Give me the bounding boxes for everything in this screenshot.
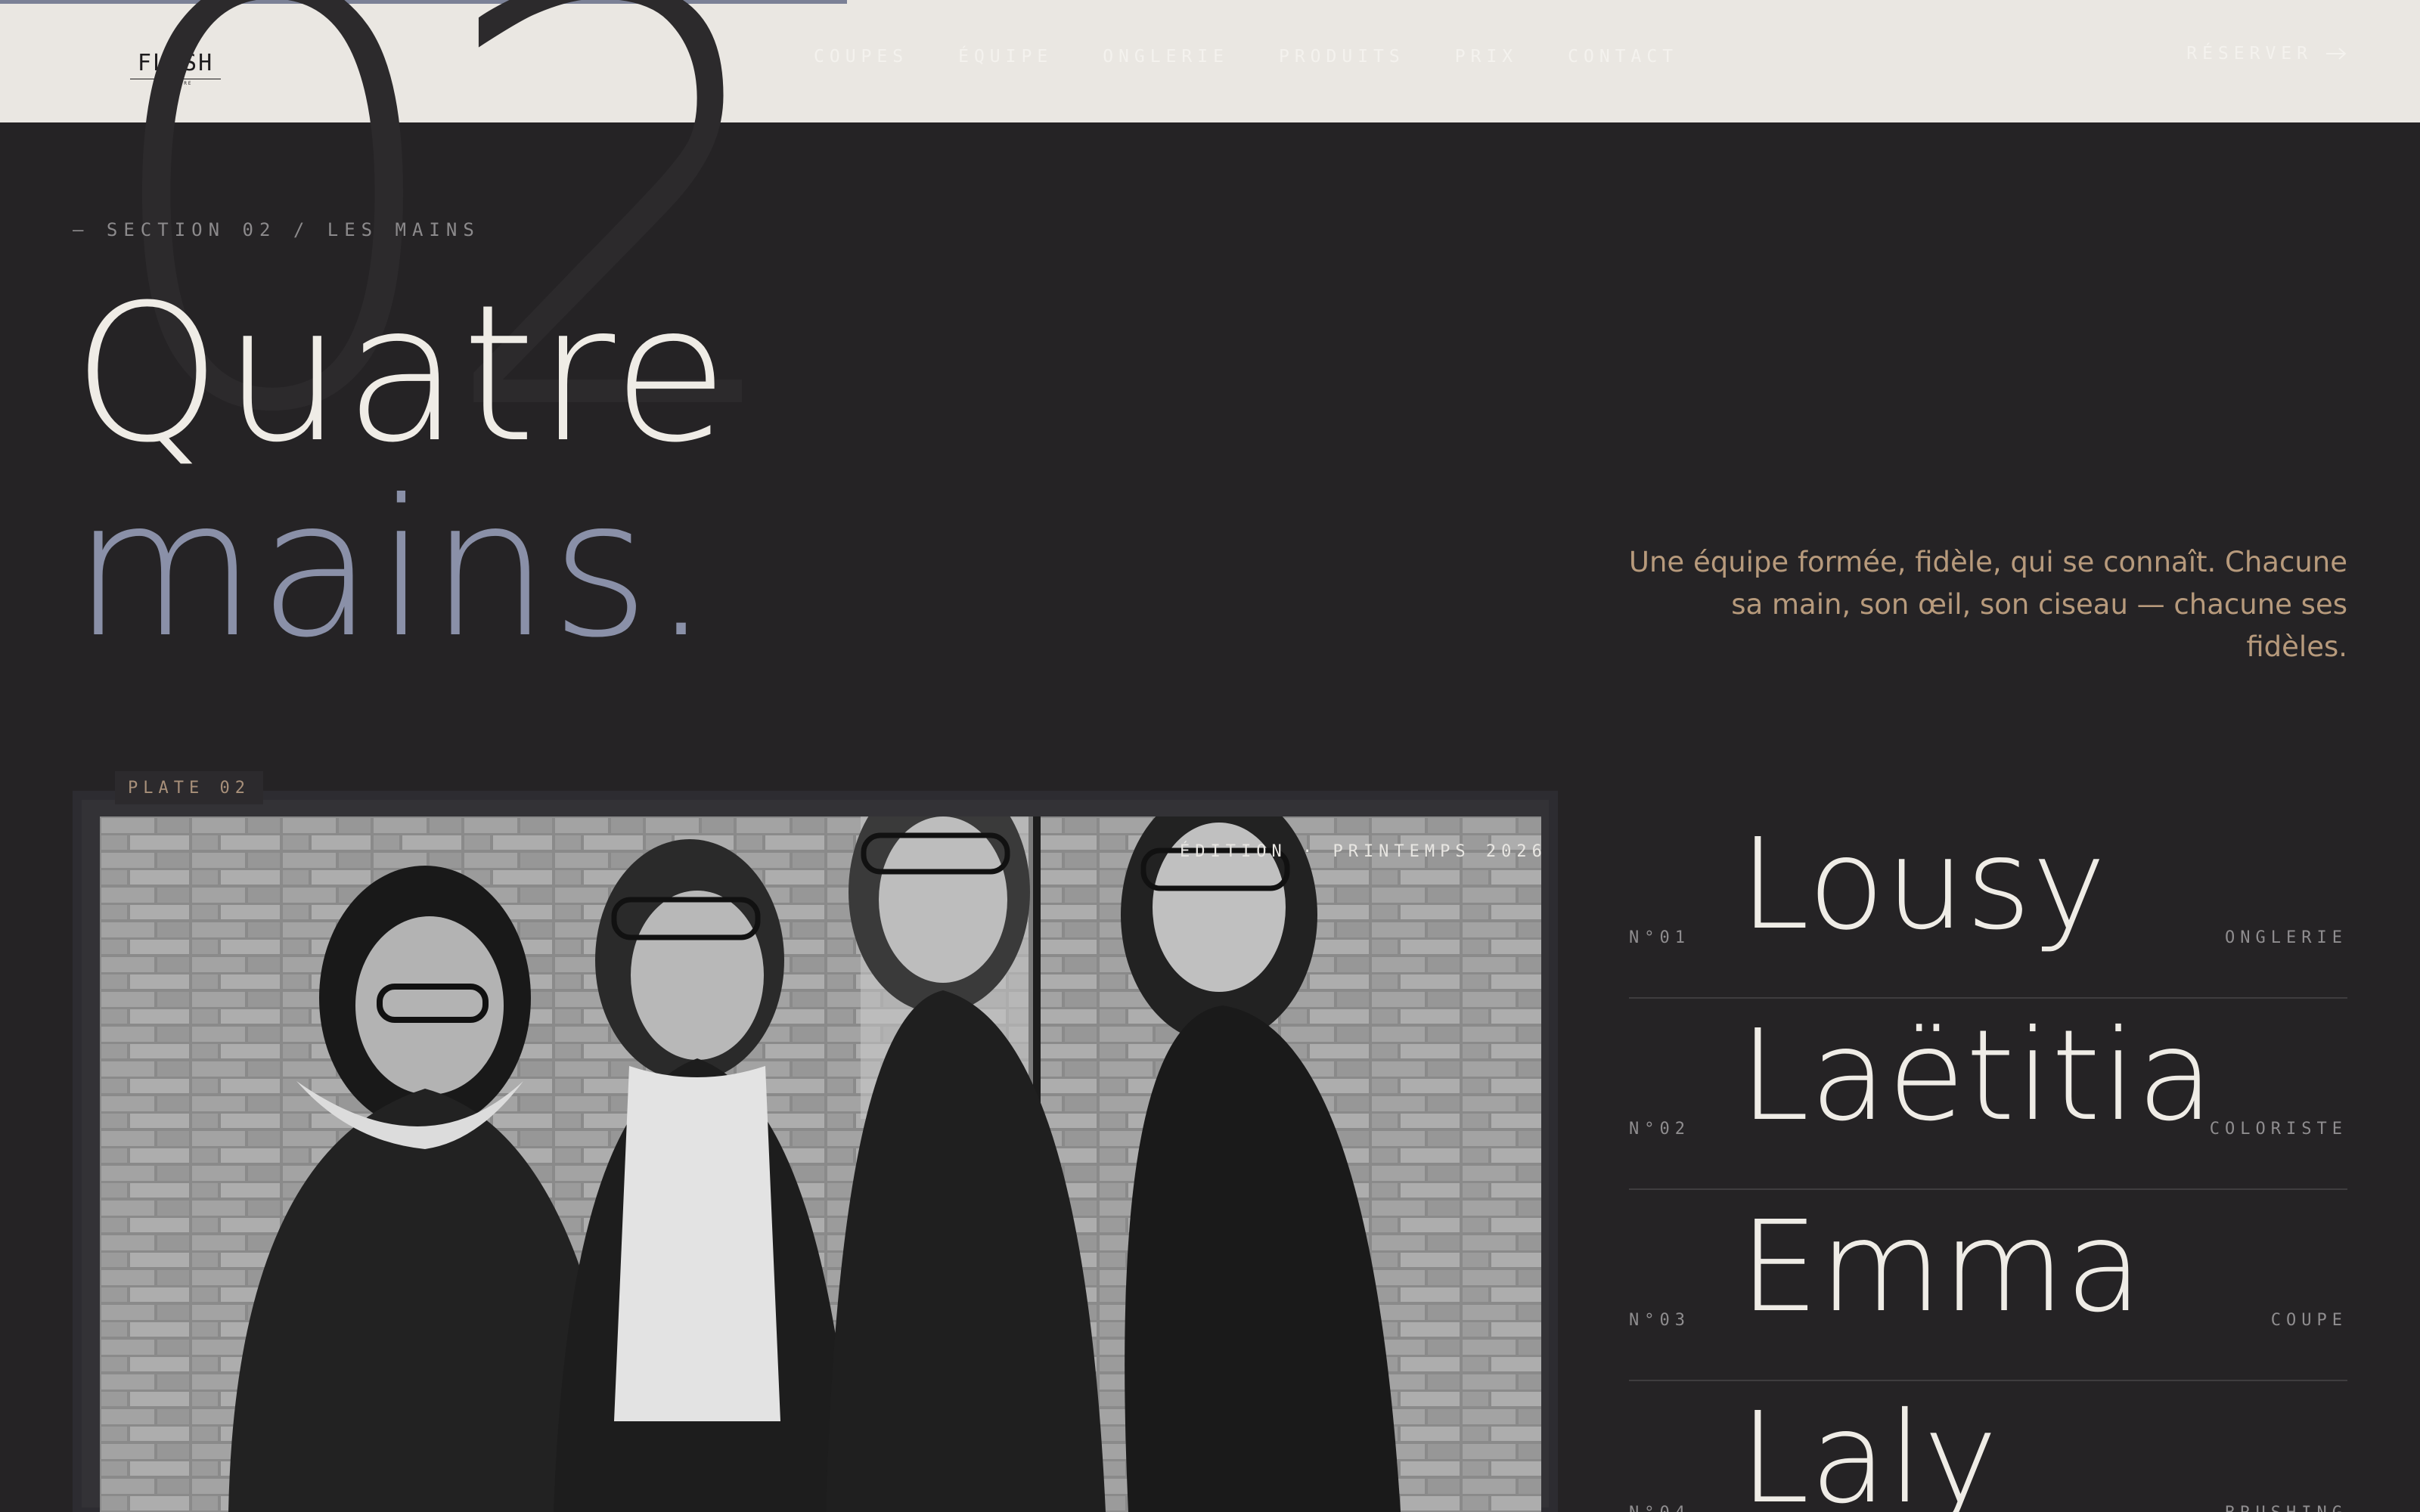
team-photo	[100, 816, 1541, 1512]
section-eyebrow: — SECTION 02 / LES MAINS	[73, 219, 480, 240]
section-title-line-2: mains.	[73, 459, 713, 679]
team-list: N°01 Lousy ONGLERIE N°02 Laëtitia COLORI…	[1629, 807, 2347, 1512]
nav-link-prix[interactable]: PRIX	[1455, 47, 1518, 67]
nav-link-onglerie[interactable]: ONGLERIE	[1103, 47, 1229, 67]
logo-text: FLASH	[137, 50, 214, 76]
team-member[interactable]: N°03 Emma COUPE	[1629, 1190, 2347, 1381]
member-role: ONGLERIE	[2225, 928, 2347, 947]
member-name: Lousy	[1739, 812, 2108, 958]
nav-link-contact[interactable]: CONTACT	[1568, 47, 1678, 67]
team-member[interactable]: N°01 Lousy ONGLERIE	[1629, 807, 2347, 999]
team-member[interactable]: N°02 Laëtitia COLORISTE	[1629, 999, 2347, 1190]
photo-caption: ÉDITION · PRINTEMPS 2026	[1180, 842, 1547, 861]
section-title-line-1: Quatre	[73, 264, 731, 484]
member-name: Laly	[1739, 1386, 1999, 1512]
member-name: Emma	[1739, 1194, 2144, 1340]
team-photo-illustration	[100, 816, 1541, 1512]
reserve-label: RÉSERVER	[2186, 44, 2313, 64]
member-number: N°02	[1629, 1120, 1690, 1139]
nav-link-coupes[interactable]: COUPES	[814, 47, 908, 67]
logo-subtitle: COIFFURE	[158, 81, 193, 86]
member-name: Laëtitia	[1739, 1003, 2215, 1149]
member-role: COUPE	[2270, 1311, 2347, 1330]
site-header: FLASH COIFFURE COUPES ÉQUIPE ONGLERIE PR…	[0, 0, 2420, 122]
member-number: N°01	[1629, 928, 1690, 947]
plate-label: PLATE 02	[115, 771, 263, 804]
section-lede: Une équipe formée, fidèle, qui se connaî…	[1628, 546, 2347, 663]
member-role: BRUSHING	[2225, 1504, 2347, 1512]
main-nav: COUPES ÉQUIPE ONGLERIE PRODUITS PRIX CON…	[814, 47, 1678, 67]
nav-link-equipe[interactable]: ÉQUIPE	[958, 47, 1053, 67]
logo-wordmark: FLASH	[127, 50, 224, 76]
arrow-right-icon	[2326, 48, 2347, 60]
scroll-progress-bar	[0, 0, 847, 4]
member-number: N°03	[1629, 1311, 1690, 1330]
member-role: COLORISTE	[2209, 1120, 2347, 1139]
site-logo[interactable]: FLASH COIFFURE	[127, 50, 224, 92]
team-member[interactable]: N°04 Laly BRUSHING	[1629, 1381, 2347, 1512]
member-number: N°04	[1629, 1504, 1690, 1512]
nav-link-produits[interactable]: PRODUITS	[1279, 47, 1405, 67]
reserve-button[interactable]: RÉSERVER	[2186, 44, 2347, 64]
